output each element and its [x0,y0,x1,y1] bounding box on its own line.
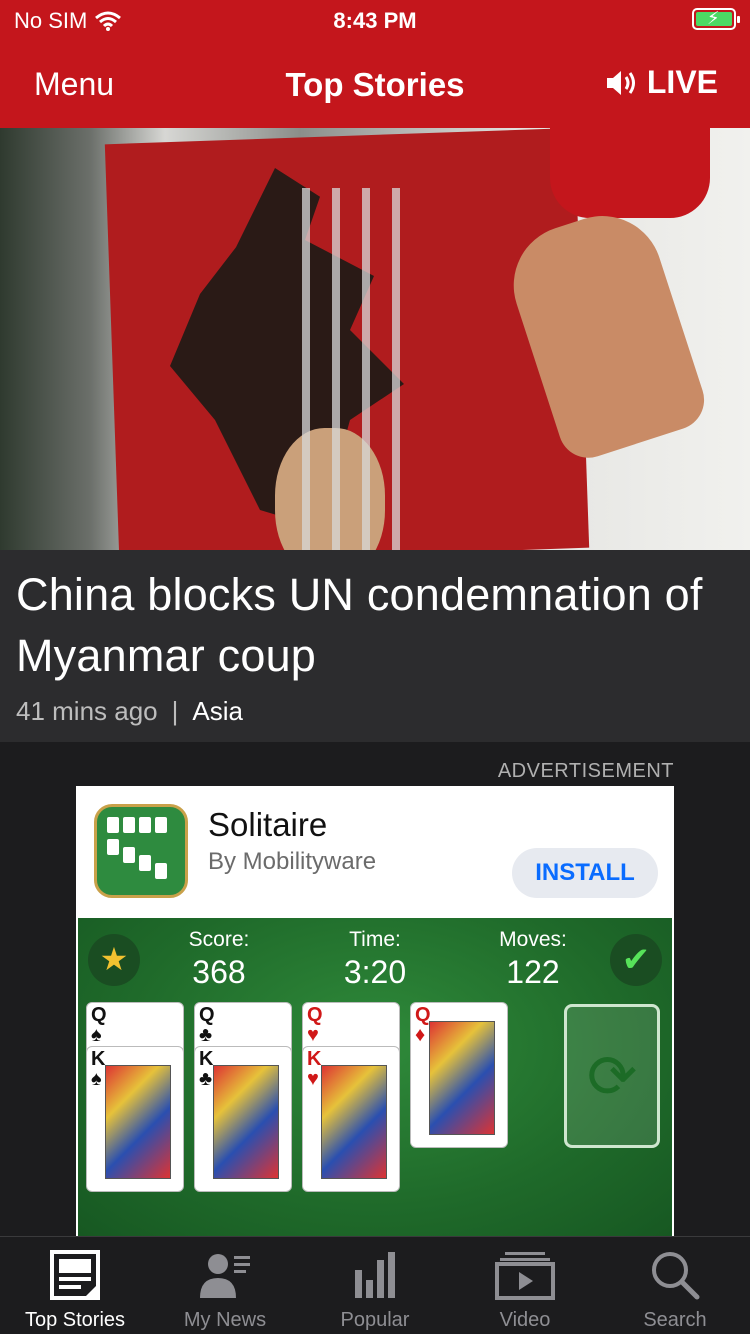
score-value: 368 [192,954,246,990]
tab-popular[interactable]: Popular [300,1237,450,1334]
app-header: No SIM 8:43 PM ⚡ Menu Top Stories LIVE [0,0,750,128]
time-stat: Time: 3:20 [310,928,440,991]
tab-label: Popular [340,1309,410,1331]
recycle-deck-icon: ⟳ [564,1004,660,1148]
story-age: 41 mins ago [16,696,158,726]
solitaire-app-icon[interactable] [94,804,188,898]
playing-card: K ♣ [194,1046,292,1192]
playing-card: K ♠ [86,1046,184,1192]
search-icon [652,1252,700,1300]
tab-label: Video [499,1309,551,1331]
score-label: Score: [188,928,250,951]
live-button[interactable]: LIVE [605,64,718,101]
tab-bar: Top Stories My News Popular Video Search [0,1236,750,1334]
status-bar: No SIM 8:43 PM ⚡ [0,0,750,40]
tab-video[interactable]: Video [450,1237,600,1334]
playing-card: K ♥ [302,1046,400,1192]
time-value: 3:20 [343,954,407,990]
story-card[interactable]: China blocks UN condemnation of Myanmar … [0,550,750,742]
popular-icon [355,1252,395,1298]
story-headline[interactable]: China blocks UN condemnation of Myanmar … [16,564,734,686]
nav-bar: Menu Top Stories LIVE [0,52,750,116]
moves-value: 122 [506,954,560,990]
star-icon: ★ [88,934,140,986]
status-time: 8:43 PM [333,8,417,33]
tab-top-stories[interactable]: Top Stories [0,1237,150,1334]
tab-label: My News [183,1309,267,1331]
menu-button[interactable]: Menu [34,66,114,103]
live-label: LIVE [646,64,718,100]
ad-unit[interactable]: Solitaire By Mobilityware INSTALL ★ Scor… [76,786,674,1236]
bars-overlay [280,188,400,550]
battery-icon: ⚡ [692,8,740,30]
ad-game-preview[interactable]: ★ Score: 368 Time: 3:20 Moves: 122 ✔ Q ♠ … [78,918,672,1236]
playing-card: Q ♦ [410,1002,508,1148]
moves-stat: Moves: 122 [468,928,598,991]
video-icon [495,1252,555,1300]
ad-developer: By Mobilityware [208,848,377,875]
speaker-icon [606,70,635,95]
time-label: Time: [349,928,401,951]
top-stories-icon [50,1250,100,1300]
tab-my-news[interactable]: My News [150,1237,300,1334]
moves-label: Moves: [499,928,567,951]
story-section[interactable]: Asia [192,696,243,727]
my-news-icon [200,1254,250,1298]
tab-label: Search [643,1309,707,1331]
story-meta: 41 mins ago | Asia [16,696,243,727]
hero-image[interactable] [0,128,750,550]
meta-separator: | [171,696,179,726]
checkmark-icon: ✔ [610,934,662,986]
tab-label: Top Stories [24,1309,126,1331]
tab-search[interactable]: Search [600,1237,750,1334]
advertisement-label: ADVERTISEMENT [497,760,674,782]
score-stat: Score: 368 [154,928,284,991]
ad-app-name[interactable]: Solitaire [208,806,327,844]
red-cap [550,128,710,218]
install-button[interactable]: INSTALL [512,848,658,898]
